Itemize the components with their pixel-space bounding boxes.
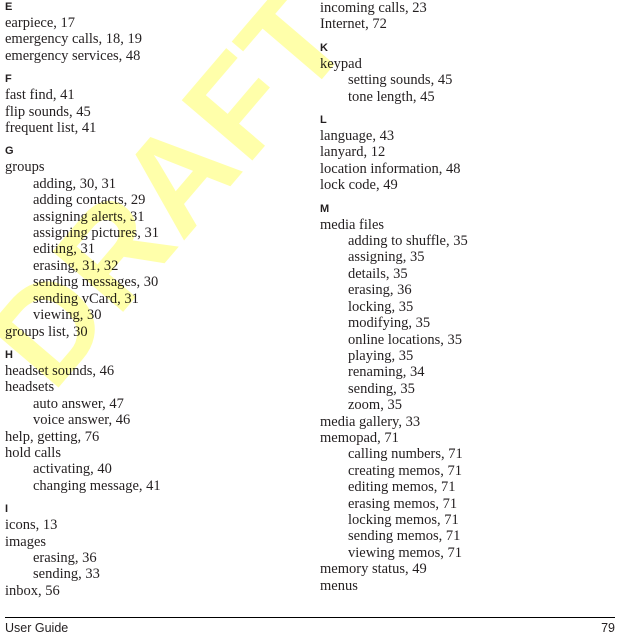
index-entry: earpiece, 17 xyxy=(5,15,76,31)
index-subentry: playing, 35 xyxy=(348,347,414,364)
index-subentry: renaming, 34 xyxy=(348,364,425,381)
index-subentry: creating memos, 71 xyxy=(348,462,462,479)
index-subentry: adding to shuffle, 35 xyxy=(348,233,468,250)
index-subentry: erasing, 31, 32 xyxy=(33,257,119,274)
index-letter-heading: G xyxy=(5,145,14,158)
index-entry: inbox, 56 xyxy=(5,582,60,599)
index-entry: icons, 13 xyxy=(5,517,58,534)
index-entry: menus xyxy=(320,577,358,594)
index-letter-heading: F xyxy=(5,73,12,86)
index-letter-block: Ffast find, 41 flip sounds, 45 frequent li… xyxy=(5,72,300,136)
page-footer: User Guide 79 xyxy=(5,617,615,635)
index-entry: emergency services, 48 xyxy=(5,47,141,64)
index-entry: lock code, 49 xyxy=(320,177,398,194)
index-subentry: erasing, 36 xyxy=(33,549,97,566)
index-subentry: calling numbers, 71 xyxy=(348,446,463,463)
index-subentry: viewing memos, 71 xyxy=(348,544,462,561)
index-entry: headset sounds, 46 xyxy=(5,362,115,379)
index-entry: images xyxy=(5,533,47,550)
index-letter-heading: L xyxy=(320,114,327,127)
index-subentry: voice answer, 46 xyxy=(33,412,131,429)
index-entry: flip sounds, 45 xyxy=(5,103,91,120)
index-column-left: Eearpiece, 17 emergency calls, 18, 19 emer… xyxy=(5,0,300,599)
index-body: Eearpiece, 17 emergency calls, 18, 19 emer… xyxy=(0,0,620,612)
index-letter-block: Llanguage, 43 lanyard, 12 location informa… xyxy=(320,113,615,194)
index-subentry: activating, 40 xyxy=(33,461,112,478)
index-subentry: adding, 30, 31 xyxy=(33,175,116,192)
index-subentry: modifying, 35 xyxy=(348,315,431,332)
index-subentry: sending, 33 xyxy=(33,566,100,583)
index-subentry: auto answer, 47 xyxy=(33,395,124,412)
index-subentry: locking, 35 xyxy=(348,298,414,315)
index-letter-block: Iicons, 13 images erasing, 36 sending, 33 in… xyxy=(5,502,300,599)
footer-page-number: 79 xyxy=(601,621,615,635)
index-letter-heading: M xyxy=(320,202,330,215)
index-subentry: zoom, 35 xyxy=(348,397,402,414)
index-letter-block: Mmedia files adding to shuffle, 35 assigni… xyxy=(320,202,615,594)
index-subentry: editing, 31 xyxy=(33,241,96,258)
index-letter-block: Kkeypad setting sounds, 45 tone length, 45 xyxy=(320,41,615,105)
index-subentry: online locations, 35 xyxy=(348,331,462,348)
index-entry: media gallery, 33 xyxy=(320,413,421,430)
index-letter-heading: H xyxy=(5,348,13,361)
index-subentry: details, 35 xyxy=(348,265,408,282)
index-entry: memopad, 71 xyxy=(320,429,399,446)
index-entry: frequent list, 41 xyxy=(5,120,97,137)
index-entry: media files xyxy=(320,216,385,233)
index-subentry: sending messages, 30 xyxy=(33,274,159,291)
index-subentry: assigning, 35 xyxy=(348,249,425,266)
index-subentry: tone length, 45 xyxy=(348,88,435,105)
index-letter-heading: I xyxy=(5,503,9,516)
index-entry: help, getting, 76 xyxy=(5,428,100,445)
index-subentry: setting sounds, 45 xyxy=(348,72,453,89)
index-entry: fast find, 41 xyxy=(5,87,75,104)
index-letter-block: Hheadset sounds, 46 headsets auto answer, … xyxy=(5,348,300,494)
index-subentry: locking memos, 71 xyxy=(348,511,459,528)
index-subentry: adding contacts, 29 xyxy=(33,192,146,209)
index-entry: emergency calls, 18, 19 xyxy=(5,31,143,48)
index-entry: incoming calls, 23 xyxy=(320,0,427,16)
index-entry: Internet, 72 xyxy=(320,16,387,33)
index-subentry: erasing, 36 xyxy=(348,282,412,299)
index-subentry: sending, 35 xyxy=(348,380,415,397)
index-letter-heading: K xyxy=(320,41,328,54)
index-letter-heading: E xyxy=(5,1,13,13)
index-subentry: assigning pictures, 31 xyxy=(33,225,160,242)
index-entry: location information, 48 xyxy=(320,160,461,177)
index-subentry: viewing, 30 xyxy=(33,307,102,324)
footer-document-title: User Guide xyxy=(5,621,69,635)
index-entry: hold calls xyxy=(5,444,61,461)
index-subentry: sending memos, 71 xyxy=(348,528,461,545)
index-entry: lanyard, 12 xyxy=(320,144,386,161)
index-subentry: sending vCard, 31 xyxy=(33,290,139,307)
index-entry: language, 43 xyxy=(320,128,395,145)
index-entry: groups xyxy=(5,159,45,176)
index-letter-block: incoming calls, 23 Internet, 72 xyxy=(320,0,615,33)
index-entry: keypad xyxy=(320,55,362,72)
index-letter-block: Eearpiece, 17 emergency calls, 18, 19 emer… xyxy=(5,0,300,64)
index-subentry: assigning alerts, 31 xyxy=(33,208,145,225)
index-entry: groups list, 30 xyxy=(5,323,88,340)
index-subentry: erasing memos, 71 xyxy=(348,495,458,512)
index-entry: headsets xyxy=(5,379,55,396)
index-subentry: editing memos, 71 xyxy=(348,479,456,496)
index-letter-block: Ggroups adding, 30, 31 adding contacts, 29… xyxy=(5,144,300,339)
index-entry: memory status, 49 xyxy=(320,561,427,578)
index-column-right: incoming calls, 23 Internet, 72 Kkeypad set… xyxy=(320,0,615,594)
index-subentry: changing message, 41 xyxy=(33,477,161,494)
